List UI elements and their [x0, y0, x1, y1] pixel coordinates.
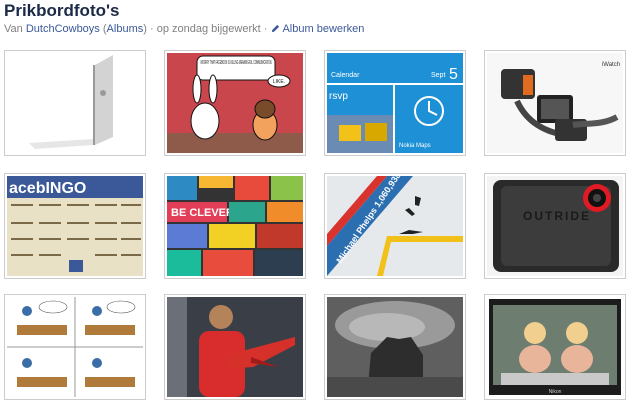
- photo-thumbnail[interactable]: iWatch: [484, 50, 626, 156]
- photo-thumbnail[interactable]: Nikon: [484, 294, 626, 400]
- photo-thumbnail[interactable]: [324, 294, 466, 400]
- photo-thumbnail[interactable]: [4, 294, 146, 400]
- photo-image: [327, 297, 463, 397]
- photo-image: OUTRIDE: [487, 176, 623, 276]
- speech-text-2: LIKE.: [273, 79, 285, 85]
- photo-grid: I WORRY THAT FACEBOOK IS KILLING MEANING…: [0, 0, 630, 407]
- speech-text-1: I WORRY THAT FACEBOOK IS KILLING MEANING…: [200, 60, 272, 66]
- photo-thumbnail[interactable]: OUTRIDE: [484, 173, 626, 279]
- photo-image: [7, 53, 143, 153]
- photo-image: Nikon: [487, 297, 623, 397]
- outride-text: OUTRIDE: [523, 209, 591, 223]
- photo-image: iWatch: [487, 53, 623, 153]
- photo-thumbnail[interactable]: I WORRY THAT FACEBOOK IS KILLING MEANING…: [164, 50, 306, 156]
- photo-thumbnail[interactable]: Michael Phelps 1,060,938: [324, 173, 466, 279]
- iwatch-text: iWatch: [602, 62, 620, 68]
- photo-image: [167, 297, 303, 397]
- tile-day-text: 5: [449, 66, 458, 83]
- be-clever-text: BE CLEVER: [171, 207, 234, 219]
- nikon-text: Nikon: [549, 389, 562, 395]
- photo-image: I WORRY THAT FACEBOOK IS KILLING MEANING…: [167, 53, 303, 153]
- tile-rsvp-text: rsvp: [329, 91, 348, 102]
- tile-maps-text: Nokia Maps: [399, 143, 431, 149]
- tile-calendar-text: Calendar: [331, 72, 360, 79]
- photo-thumbnail[interactable]: [4, 50, 146, 156]
- photo-image: acebINGO: [7, 176, 143, 276]
- photo-image: Michael Phelps 1,060,938: [327, 176, 463, 276]
- photo-thumbnail[interactable]: Calendar Sept 5 rsvp Nokia Maps: [324, 50, 466, 156]
- photo-thumbnail[interactable]: acebINGO: [4, 173, 146, 279]
- photo-thumbnail[interactable]: BE CLEVER: [164, 173, 306, 279]
- photo-image: Calendar Sept 5 rsvp Nokia Maps: [327, 53, 463, 153]
- photo-thumbnail[interactable]: [164, 294, 306, 400]
- tile-sept-text: Sept: [431, 72, 445, 79]
- photo-image: BE CLEVER: [167, 176, 303, 276]
- photo-image: [7, 297, 143, 397]
- bingo-heading: acebINGO: [9, 180, 86, 197]
